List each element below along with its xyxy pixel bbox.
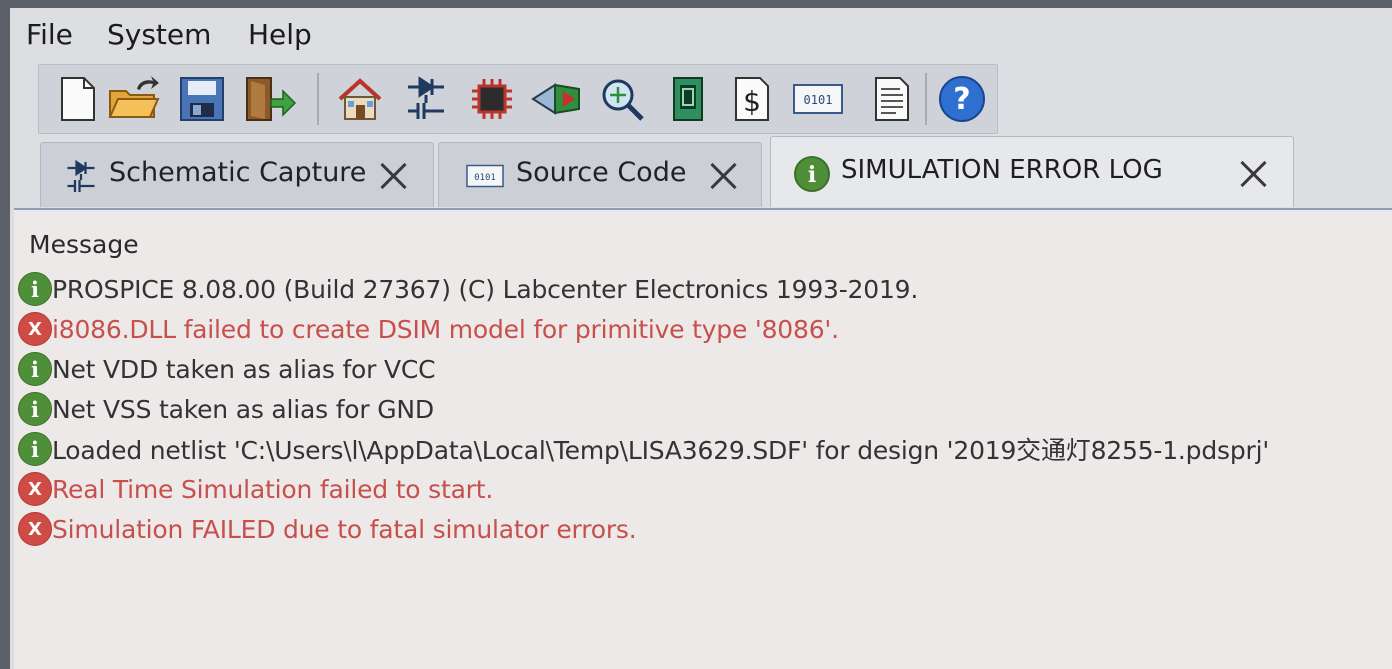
error-log-panel: Message i PROSPICE 8.08.00 (Build 27367)… bbox=[14, 208, 1392, 669]
error-icon: X bbox=[18, 312, 52, 346]
toolbar-separator bbox=[925, 73, 927, 125]
tab-strip: Schematic Capture 0101 Source Code i SIM… bbox=[10, 134, 1392, 207]
close-icon[interactable] bbox=[707, 159, 739, 191]
log-row[interactable]: i PROSPICE 8.08.00 (Build 27367) (C) Lab… bbox=[18, 270, 918, 308]
gerber-icon[interactable] bbox=[529, 71, 583, 127]
log-row[interactable]: X Real Time Simulation failed to start. bbox=[18, 470, 493, 508]
chip-icon[interactable] bbox=[465, 71, 519, 127]
help-icon[interactable]: ? bbox=[935, 71, 989, 127]
info-icon: i bbox=[18, 392, 52, 426]
tab-label: Source Code bbox=[516, 157, 687, 188]
toolbar-separator bbox=[317, 73, 319, 125]
menu-system[interactable]: System bbox=[107, 18, 211, 51]
app-window: File System Help $ 0101 ? Schematic Capt… bbox=[10, 8, 1392, 669]
schematic-icon bbox=[63, 157, 99, 201]
bill-icon[interactable]: $ bbox=[725, 71, 779, 127]
log-row[interactable]: i Net VDD taken as alias for VCC bbox=[18, 350, 436, 388]
source-code-icon[interactable]: 0101 bbox=[791, 71, 845, 127]
info-icon: i bbox=[793, 155, 831, 197]
tab-simulation-error-log[interactable]: i SIMULATION ERROR LOG bbox=[770, 136, 1294, 207]
tab-label: Schematic Capture bbox=[109, 157, 367, 188]
open-folder-icon[interactable] bbox=[107, 71, 161, 127]
error-icon: X bbox=[18, 472, 52, 506]
schematic-icon[interactable] bbox=[399, 71, 453, 127]
close-icon[interactable] bbox=[1237, 157, 1269, 189]
log-message: Net VSS taken as alias for GND bbox=[52, 394, 434, 424]
info-icon: i bbox=[18, 352, 52, 386]
save-icon[interactable] bbox=[175, 71, 229, 127]
home-icon[interactable] bbox=[333, 71, 387, 127]
svg-text:i: i bbox=[808, 162, 816, 188]
svg-text:$: $ bbox=[743, 85, 761, 118]
log-message: Real Time Simulation failed to start. bbox=[52, 474, 494, 504]
log-row[interactable]: X i8086.DLL failed to create DSIM model … bbox=[18, 310, 839, 348]
source-code-icon: 0101 bbox=[465, 161, 505, 195]
menu-bar: File System Help bbox=[10, 8, 1392, 60]
info-icon: i bbox=[18, 272, 52, 306]
log-message: Simulation FAILED due to fatal simulator… bbox=[52, 514, 637, 544]
close-icon[interactable] bbox=[377, 159, 409, 191]
report-icon[interactable] bbox=[865, 71, 919, 127]
new-file-icon[interactable] bbox=[51, 71, 105, 127]
menu-help[interactable]: Help bbox=[248, 18, 312, 51]
zoom-icon[interactable] bbox=[595, 71, 649, 127]
pcb-icon[interactable] bbox=[661, 71, 715, 127]
message-column-header: Message bbox=[29, 230, 139, 259]
tab-schematic-capture[interactable]: Schematic Capture bbox=[40, 142, 434, 207]
log-message: i8086.DLL failed to create DSIM model fo… bbox=[52, 314, 839, 344]
svg-text:0101: 0101 bbox=[804, 93, 833, 107]
menu-file[interactable]: File bbox=[26, 18, 73, 51]
log-row[interactable]: i Net VSS taken as alias for GND bbox=[18, 390, 434, 428]
log-message: Net VDD taken as alias for VCC bbox=[52, 354, 436, 384]
exit-icon[interactable] bbox=[243, 71, 297, 127]
log-message: PROSPICE 8.08.00 (Build 27367) (C) Labce… bbox=[52, 274, 919, 304]
toolbar: $ 0101 ? bbox=[38, 64, 998, 134]
log-message: Loaded netlist 'C:\Users\l\AppData\Local… bbox=[52, 436, 1270, 465]
tab-label: SIMULATION ERROR LOG bbox=[841, 155, 1163, 185]
error-icon: X bbox=[18, 512, 52, 546]
log-row[interactable]: X Simulation FAILED due to fatal simulat… bbox=[18, 510, 637, 548]
info-icon: i bbox=[18, 432, 52, 466]
svg-text:0101: 0101 bbox=[474, 173, 496, 183]
tab-source-code[interactable]: 0101 Source Code bbox=[438, 142, 762, 207]
log-row[interactable]: i Loaded netlist 'C:\Users\l\AppData\Loc… bbox=[18, 430, 1269, 468]
svg-text:?: ? bbox=[953, 82, 970, 117]
